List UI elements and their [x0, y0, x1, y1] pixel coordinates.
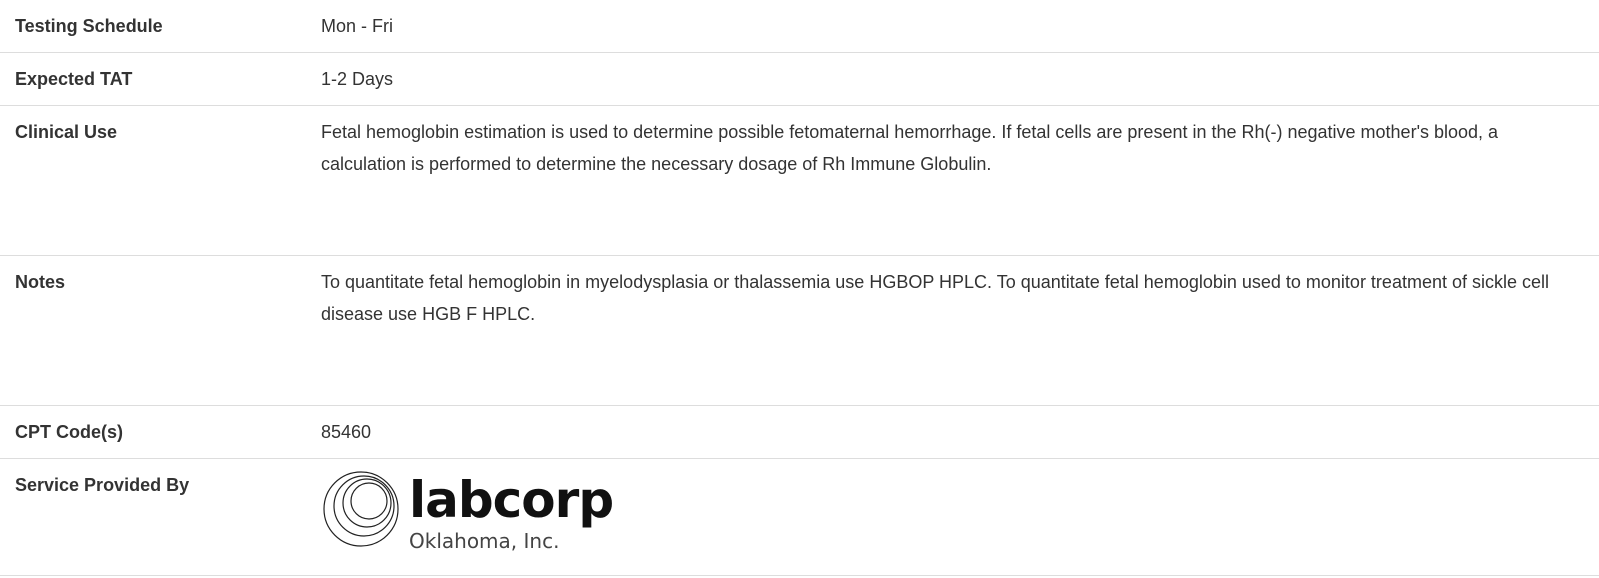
expected-tat-label: Expected TAT: [15, 69, 133, 89]
clinical-use-value: Fetal hemoglobin estimation is used to d…: [321, 122, 1499, 174]
test-info-table: Testing Schedule Mon - Fri Expected TAT …: [0, 0, 1599, 576]
notes-label: Notes: [15, 272, 66, 292]
testing-schedule-value: Mon - Fri: [321, 16, 393, 36]
row-service-provided-by: Service Provided By labcorp Oklahoma, In…: [0, 459, 1599, 576]
row-notes: Notes To quantitate fetal hemoglobin in …: [0, 256, 1599, 406]
service-provider-cell: labcorp Oklahoma, Inc.: [321, 459, 1599, 575]
labcorp-ring-icon: [323, 471, 399, 547]
row-cpt-codes: CPT Code(s) 85460: [0, 406, 1599, 459]
labcorp-logo: labcorp Oklahoma, Inc.: [321, 469, 1579, 553]
cpt-codes-value: 85460: [321, 422, 372, 442]
labcorp-wordmark: labcorp: [409, 471, 614, 529]
row-expected-tat: Expected TAT 1-2 Days: [0, 53, 1599, 106]
notes-value: To quantitate fetal hemoglobin in myelod…: [321, 272, 1549, 324]
testing-schedule-label: Testing Schedule: [15, 16, 163, 36]
expected-tat-value: 1-2 Days: [321, 69, 394, 89]
clinical-use-label: Clinical Use: [15, 122, 118, 142]
row-testing-schedule: Testing Schedule Mon - Fri: [0, 0, 1599, 53]
cpt-codes-label: CPT Code(s): [15, 422, 123, 442]
labcorp-subtitle: Oklahoma, Inc.: [409, 529, 560, 553]
service-provided-by-label: Service Provided By: [15, 475, 190, 495]
row-clinical-use: Clinical Use Fetal hemoglobin estimation…: [0, 106, 1599, 256]
